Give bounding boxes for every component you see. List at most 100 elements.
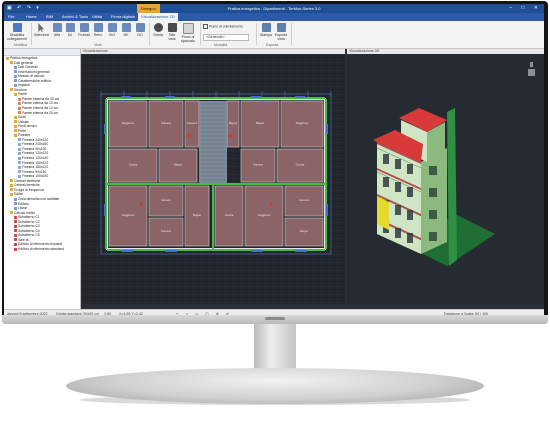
orbit-button[interactable]: Orbita <box>151 23 165 37</box>
export-view-button[interactable]: Esporta vista <box>274 23 288 41</box>
room-label: Camera <box>187 121 197 125</box>
tree-header <box>4 49 80 56</box>
tree-item-label: Metodo di calcolo <box>18 74 45 79</box>
tree-item-icon <box>18 156 21 160</box>
group-modifica: Modifica <box>14 43 28 47</box>
window-marker <box>295 250 307 252</box>
room-label: Bagno <box>229 121 238 125</box>
tab-utilita[interactable]: Utilità <box>92 14 102 19</box>
back-view-button[interactable]: Retro <box>91 23 105 37</box>
tree-item-icon <box>18 97 21 101</box>
title-bar: ▣ ↶ ↷ ▾ Disegno Pratica energetica - Dip… <box>4 4 544 13</box>
tab-visualizzazione-2d[interactable]: Visualizzazione 2D <box>138 13 178 21</box>
monitor-stand-base <box>66 368 484 404</box>
tree-item-label: Dati generali <box>14 60 34 65</box>
building-window <box>395 182 401 192</box>
maximize-button[interactable]: □ <box>521 5 528 11</box>
right-view-button[interactable]: Dx <box>63 23 77 37</box>
disable-links-button[interactable]: Disabilita collegamenti <box>7 23 27 41</box>
building-window <box>383 154 389 164</box>
tree-list: Pratica energetica Dati generali Dati Gene… <box>4 56 80 252</box>
view-combo[interactable]: <Generale> <box>203 34 249 41</box>
building-window <box>407 187 413 197</box>
tree-item-icon <box>14 92 17 96</box>
application-window: ▣ ↶ ↷ ▾ Disegno Pratica energetica - Dip… <box>4 4 544 317</box>
floor-plan-canvas[interactable]: Soggiorno Camera Cucina Bagno Camera Bagno Sog… <box>81 54 345 304</box>
tab-firma-digitale[interactable]: Firma digitale <box>111 14 135 19</box>
no-view-button[interactable]: NO <box>133 23 147 37</box>
tree-item-icon <box>14 220 17 224</box>
iso-view-icon <box>107 23 117 32</box>
tree-item-label: Ponti termici <box>18 124 37 129</box>
side-window <box>429 210 437 219</box>
no-view-icon <box>135 23 145 32</box>
tab-home[interactable]: Home <box>26 14 37 19</box>
tree-item-label: Subalterno C2 <box>18 219 40 224</box>
room-label: Bagno <box>174 163 183 167</box>
room-label: Bagno <box>300 229 309 233</box>
tree-item-label: Parete interna da 10 cm <box>22 101 59 106</box>
room-label: Soggiorno <box>122 213 135 217</box>
tree-item-label: Finestra 90x140 <box>22 169 47 174</box>
group-modalita: Modalità <box>214 43 228 47</box>
room-label: Bagno <box>193 213 202 217</box>
tab-file[interactable]: File <box>8 14 14 19</box>
floor-plan-view[interactable]: Soggiorno Camera Cucina Bagno Camera Bagno Sog… <box>81 54 345 304</box>
tree-item-label: Subalterno C5 <box>18 233 40 238</box>
orientation-plane-checkbox[interactable]: Piano di orientamento <box>203 24 243 29</box>
tree-item-icon <box>14 79 17 83</box>
tree-item-icon <box>14 120 17 124</box>
tree-item-icon <box>18 147 21 151</box>
tree-item-label: Finestra 240x160 <box>22 142 49 147</box>
tree-item-label: Finestra 150x120 <box>22 160 49 165</box>
monitor: ▣ ↶ ↷ ▾ Disegno Pratica energetica - Dip… <box>0 0 550 428</box>
minimize-button[interactable]: – <box>509 5 516 11</box>
tree-item-label: Ustrate <box>18 119 29 124</box>
print-icon <box>261 23 271 32</box>
tree-item-label: Informazioni generali <box>18 69 50 74</box>
tree-item-label: Finestra 180x120 <box>22 165 49 170</box>
window-marker <box>121 96 131 98</box>
orbit-icon <box>153 23 163 32</box>
stairwell <box>199 101 227 184</box>
tree-item-icon <box>14 83 17 87</box>
select-button[interactable]: Selezione <box>34 23 49 37</box>
iso-view-button[interactable]: ISO <box>105 23 119 37</box>
tree-item-label: Edificio di riferimento impianti <box>18 242 63 247</box>
tree-item-icon <box>14 129 17 133</box>
window-controls[interactable]: – □ ✕ <box>509 5 542 11</box>
3d-building-canvas[interactable] <box>347 54 544 304</box>
tree-item-label: Edificio <box>18 201 29 206</box>
tree-item-icon <box>10 61 13 65</box>
ribbon: Disabilita collegamenti Selezione Affa D… <box>4 21 544 49</box>
insulation-strip <box>107 183 325 185</box>
tree-item-label: Lavori <box>18 206 28 211</box>
print-button[interactable]: Stampa <box>259 23 273 37</box>
window-marker <box>251 250 263 252</box>
tree-item-icon <box>10 179 13 183</box>
building-window <box>407 210 413 220</box>
tree-item-label: Strutture <box>14 87 28 92</box>
tree-item-label: Subalterno C3 <box>18 224 40 229</box>
tree-item-icon <box>14 215 17 219</box>
side-window <box>429 232 437 241</box>
room-label: Camera <box>253 163 263 167</box>
tab-archivi[interactable]: Archivi & Tools <box>62 14 88 19</box>
room-label: Cucina <box>129 163 138 167</box>
side-window <box>429 166 437 175</box>
view-cube[interactable] <box>528 62 535 76</box>
front-view-button[interactable]: Frontali <box>77 23 91 37</box>
cut-plane-button[interactable]: Piano di spaccato <box>180 23 196 43</box>
tab-bim[interactable]: BIM <box>46 14 53 19</box>
tree-item[interactable]: Edificio di riferimento standard <box>4 247 80 252</box>
tree-item-label: Centrali elettriche <box>14 178 41 183</box>
pan-button[interactable]: Affa <box>50 23 64 37</box>
3d-view[interactable] <box>347 54 544 304</box>
ne-view-button[interactable]: NE <box>119 23 133 37</box>
room-label: Cucina <box>296 163 305 167</box>
insulation-strip <box>105 99 107 249</box>
view-style-button[interactable]: Stile vista <box>165 23 179 41</box>
room-label: Soggiorno <box>296 121 309 125</box>
close-button[interactable]: ✕ <box>534 5 542 11</box>
tree-item-icon <box>14 65 17 69</box>
